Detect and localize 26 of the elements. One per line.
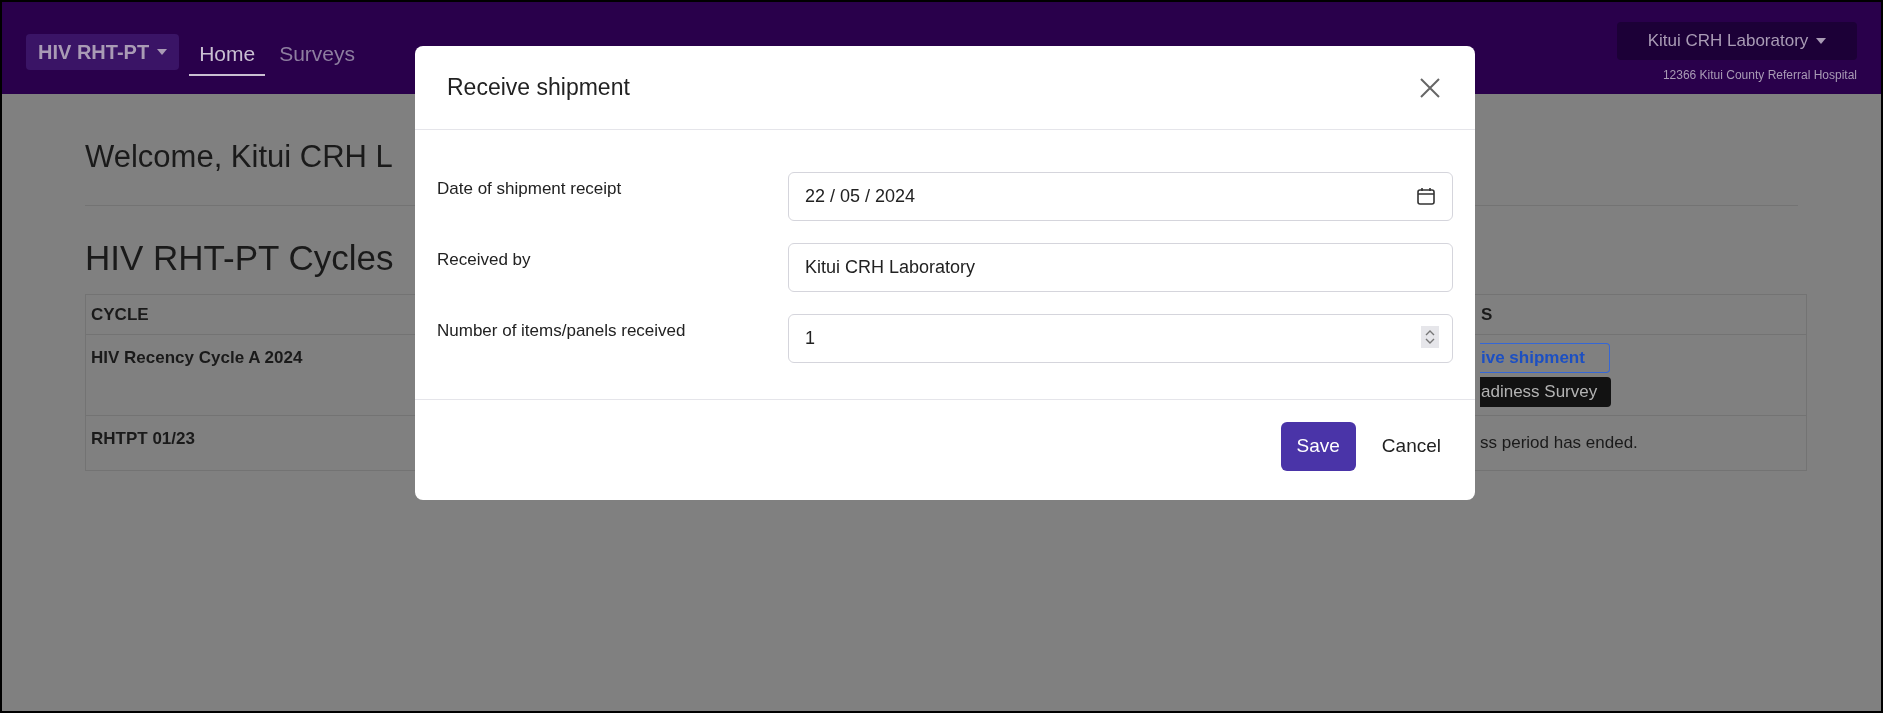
column-header: CYCLE (90, 303, 150, 326)
nav-tab[interactable]: Surveys (269, 34, 365, 76)
date-field[interactable]: 22 / 05 / 2024 (788, 172, 1453, 221)
spinner-icon[interactable] (1421, 326, 1439, 348)
field-label: Date of shipment receipt (437, 178, 623, 200)
field-label: Number of items/panels received (437, 320, 687, 342)
save-button[interactable]: Save (1280, 422, 1356, 471)
number-field[interactable]: 1 (788, 314, 1453, 363)
nav-tab[interactable]: Home (189, 34, 266, 76)
status-text: ss period has ended. (1480, 432, 1638, 454)
page-heading: HIV RHT-PT Cycles (85, 236, 394, 279)
action-button[interactable]: adiness Survey (1480, 377, 1612, 407)
field-label: Received by (437, 249, 532, 271)
calendar-icon[interactable] (1417, 187, 1435, 205)
column-header: S (1480, 303, 1494, 326)
table-cell-text: HIV Recency Cycle A 2024 (90, 347, 304, 369)
caret-icon (157, 49, 168, 55)
facility-name: 12366 Kitui County Referral Hospital (1662, 67, 1857, 84)
caret-icon (1816, 38, 1827, 44)
table-cell-text: RHTPT 01/23 (90, 428, 196, 450)
text-field[interactable]: Kitui CRH Laboratory (788, 243, 1453, 292)
modal-title: Receive shipment (447, 73, 630, 103)
cancel-button[interactable]: Cancel (1369, 422, 1453, 471)
account-menu-button[interactable]: Kitui CRH Laboratory (1617, 22, 1857, 60)
brand-menu-button[interactable]: HIV RHT-PT (26, 34, 180, 70)
welcome-heading: Welcome, Kitui CRH L (85, 138, 393, 176)
